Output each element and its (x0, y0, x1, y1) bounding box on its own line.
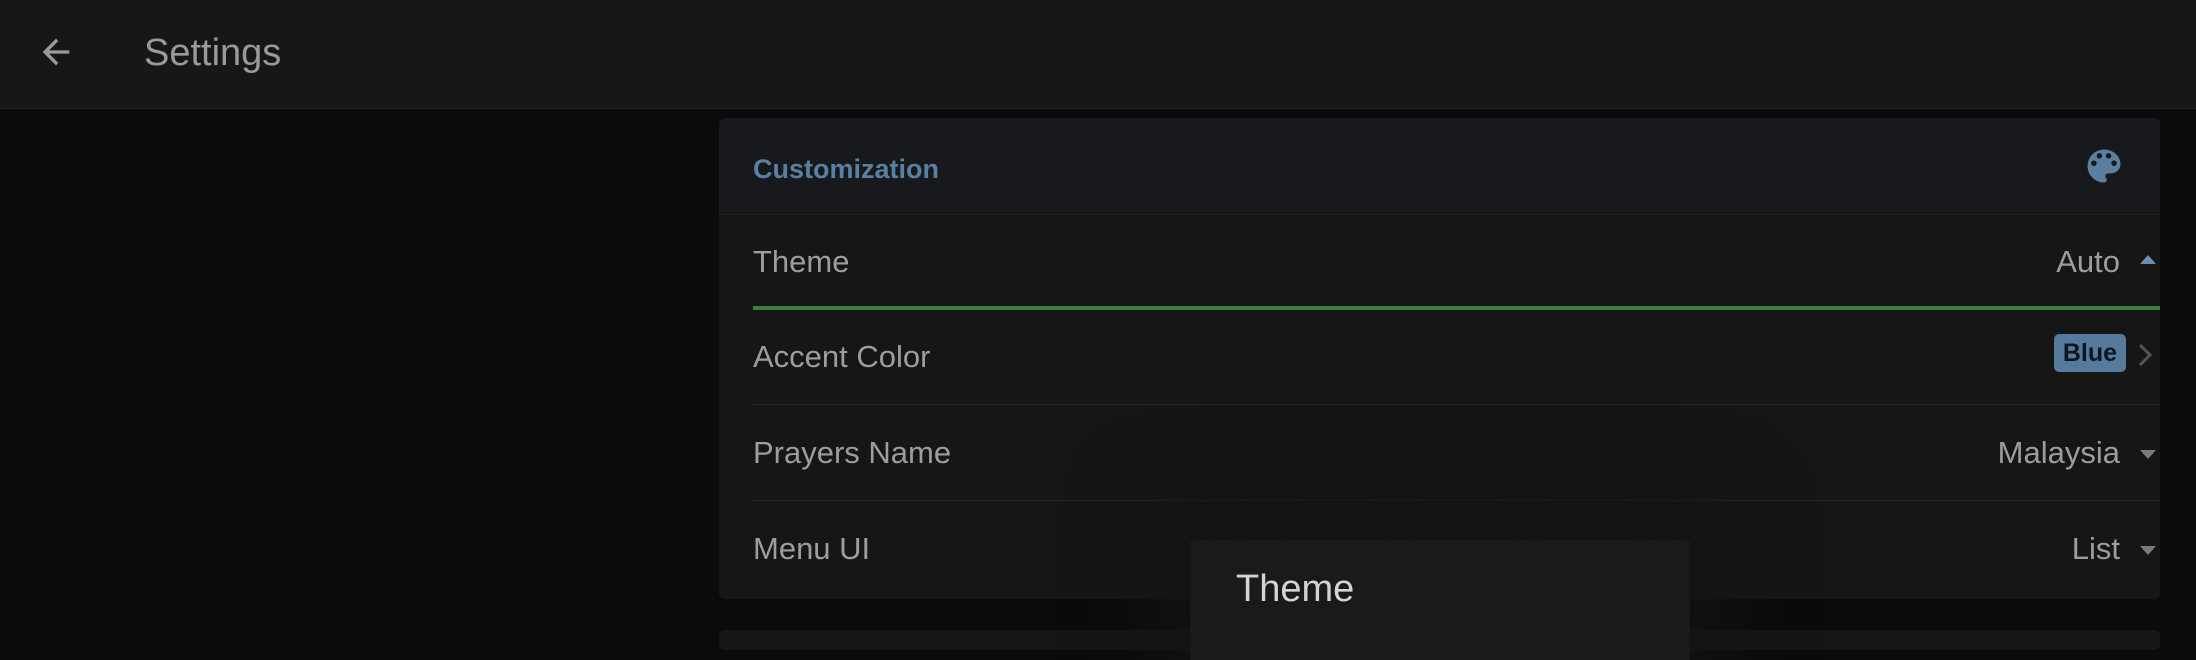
caret-up-icon (2140, 255, 2156, 264)
row-label: Menu UI (753, 531, 871, 566)
chevron-right-icon (2138, 343, 2153, 367)
prayers-name-value: Malaysia (1997, 435, 2120, 470)
theme-setting-row[interactable]: Theme Auto (753, 215, 2160, 310)
section-header: Customization (719, 118, 2160, 215)
chevron-down-icon (2140, 546, 2156, 555)
app-bar: Settings (0, 0, 2196, 109)
theme-dialog: Theme (1190, 540, 1690, 660)
prayers-name-row[interactable]: Prayers Name Malaysia (753, 406, 2160, 501)
menu-ui-value: List (2071, 531, 2120, 566)
section-title: Customization (753, 154, 939, 184)
page-title: Settings (144, 32, 282, 74)
dialog-title: Theme (1236, 568, 1355, 610)
divider (753, 500, 2160, 501)
row-label: Theme (753, 244, 850, 279)
theme-value: Auto (2056, 244, 2120, 279)
divider (753, 404, 2160, 405)
palette-icon (2087, 149, 2121, 183)
accent-color-badge: Blue (2053, 334, 2126, 372)
row-label: Prayers Name (753, 435, 952, 470)
arrow-left-icon (42, 38, 70, 66)
chevron-down-icon (2140, 450, 2156, 459)
customization-card: Customization Theme Auto Accent Color Bl… (719, 118, 2160, 599)
back-button[interactable] (30, 26, 82, 78)
row-label: Accent Color (753, 339, 931, 374)
accent-color-row[interactable]: Accent Color Blue (753, 310, 2160, 405)
